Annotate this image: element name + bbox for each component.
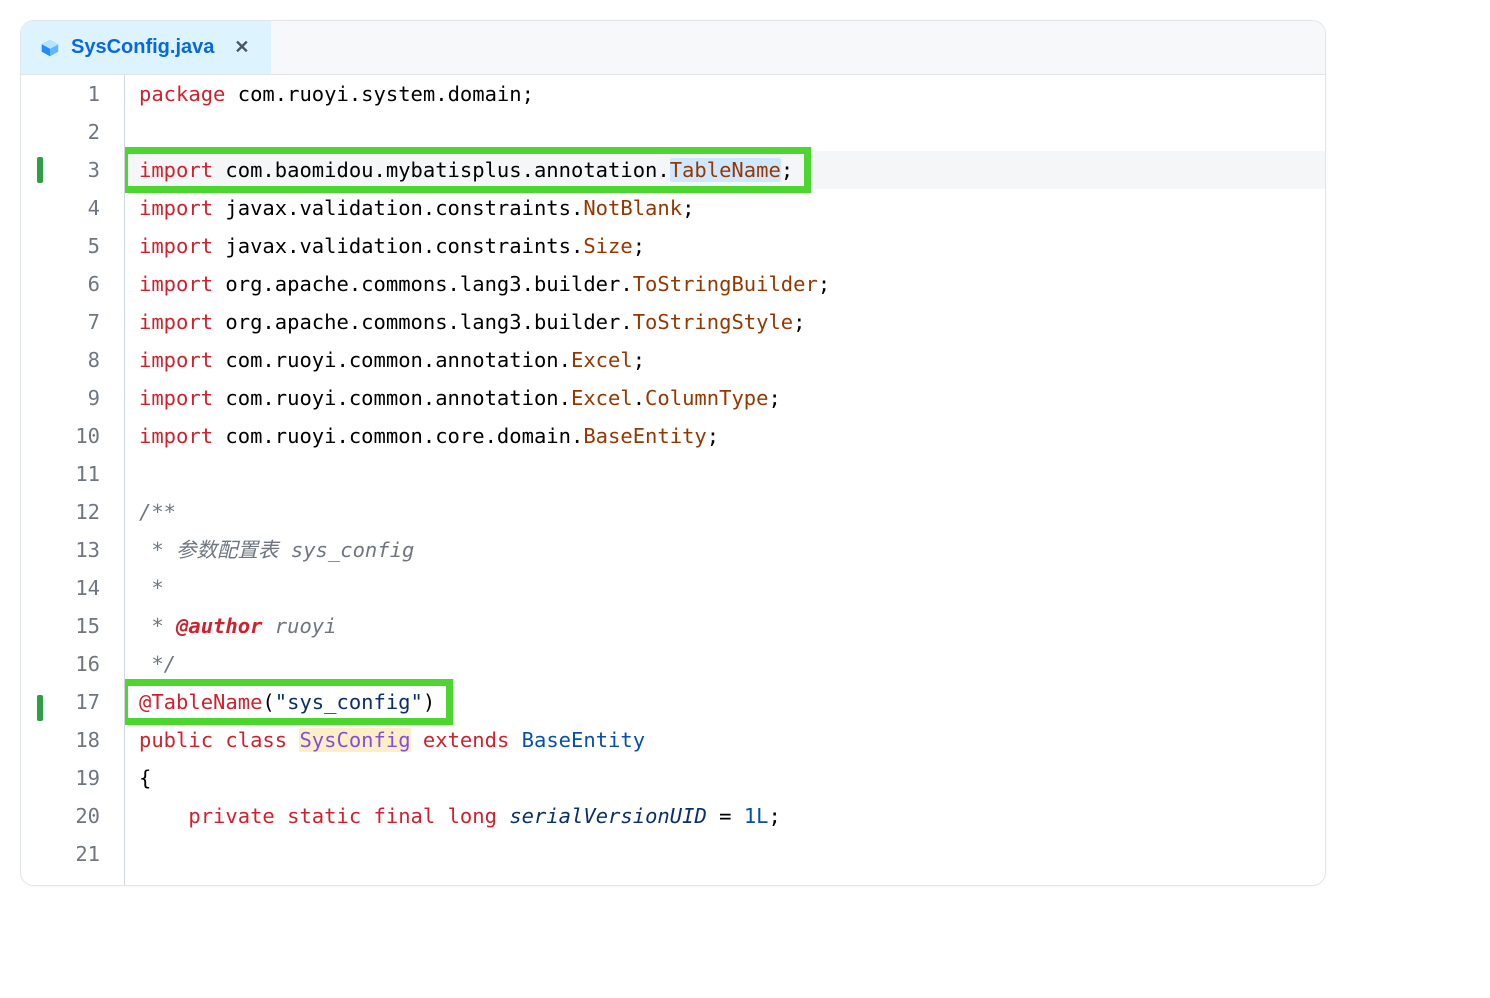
java-file-icon	[39, 37, 61, 59]
code-line[interactable]: {	[139, 759, 1325, 797]
line-number[interactable]: 1	[53, 75, 100, 113]
code-line[interactable]	[139, 113, 1325, 151]
line-number[interactable]: 12	[53, 493, 100, 531]
line-number[interactable]: 10	[53, 417, 100, 455]
line-number[interactable]: 2	[53, 113, 100, 151]
line-number[interactable]: 5	[53, 227, 100, 265]
change-marker	[21, 113, 53, 151]
change-marker	[21, 613, 53, 651]
change-marker	[21, 461, 53, 499]
line-number[interactable]: 17	[53, 683, 100, 721]
editor-card: SysConfig.java ✕ 12345678910111213141516…	[20, 20, 1326, 886]
code-line[interactable]: import com.ruoyi.common.annotation.Excel…	[139, 341, 1325, 379]
code-line[interactable]: * @author ruoyi	[139, 607, 1325, 645]
code-content[interactable]: package com.ruoyi.system.domain; import c…	[125, 75, 1325, 885]
change-marker	[21, 157, 53, 195]
line-number[interactable]: 16	[53, 645, 100, 683]
change-marker	[21, 695, 53, 733]
line-number[interactable]: 9	[53, 379, 100, 417]
line-number[interactable]: 8	[53, 341, 100, 379]
change-marker	[21, 309, 53, 347]
line-number[interactable]: 18	[53, 721, 100, 759]
code-line[interactable]: *	[139, 569, 1325, 607]
change-marker	[21, 347, 53, 385]
change-marker	[21, 575, 53, 613]
line-number[interactable]: 3	[53, 151, 100, 189]
change-marker	[21, 195, 53, 233]
code-line[interactable]: package com.ruoyi.system.domain;	[139, 75, 1325, 113]
close-icon[interactable]: ✕	[230, 35, 253, 60]
change-marker	[21, 75, 53, 113]
change-marker	[21, 771, 53, 809]
code-line[interactable]: import org.apache.commons.lang3.builder.…	[139, 265, 1325, 303]
code-area: 123456789101112131415161718192021 packag…	[21, 75, 1325, 885]
code-line[interactable]: import com.ruoyi.common.annotation.Excel…	[139, 379, 1325, 417]
change-marker	[21, 733, 53, 771]
tab-filename: SysConfig.java	[71, 36, 214, 59]
code-line[interactable]: private static final long serialVersionU…	[139, 797, 1325, 835]
change-marker	[21, 651, 53, 689]
code-line[interactable]: */	[139, 645, 1325, 683]
line-number[interactable]: 21	[53, 835, 100, 873]
line-number[interactable]: 20	[53, 797, 100, 835]
line-number[interactable]: 13	[53, 531, 100, 569]
change-marker	[21, 271, 53, 309]
line-number[interactable]: 19	[53, 759, 100, 797]
line-number[interactable]: 14	[53, 569, 100, 607]
line-number[interactable]: 15	[53, 607, 100, 645]
line-number[interactable]: 6	[53, 265, 100, 303]
change-marker-gutter	[21, 75, 53, 885]
change-marker	[21, 499, 53, 537]
change-marker	[21, 385, 53, 423]
code-line[interactable]: @TableName("sys_config")	[139, 683, 1325, 721]
change-marker	[21, 233, 53, 271]
line-number-gutter: 123456789101112131415161718192021	[53, 75, 125, 885]
code-line[interactable]: * 参数配置表 sys_config	[139, 531, 1325, 569]
code-line[interactable]: import javax.validation.constraints.NotB…	[139, 189, 1325, 227]
change-marker	[21, 423, 53, 461]
line-number[interactable]: 7	[53, 303, 100, 341]
change-marker	[21, 847, 53, 885]
code-line[interactable]: import org.apache.commons.lang3.builder.…	[139, 303, 1325, 341]
line-number[interactable]: 4	[53, 189, 100, 227]
change-marker	[21, 809, 53, 847]
code-line[interactable]: import javax.validation.constraints.Size…	[139, 227, 1325, 265]
code-line[interactable]: /**	[139, 493, 1325, 531]
code-line[interactable]	[139, 835, 1325, 873]
tab-bar: SysConfig.java ✕	[21, 21, 1325, 75]
change-marker	[21, 537, 53, 575]
code-line[interactable]: import com.baomidou.mybatisplus.annotati…	[125, 151, 1325, 189]
code-line[interactable]: public class SysConfig extends BaseEntit…	[139, 721, 1325, 759]
code-line[interactable]	[139, 455, 1325, 493]
code-line[interactable]: import com.ruoyi.common.core.domain.Base…	[139, 417, 1325, 455]
line-number[interactable]: 11	[53, 455, 100, 493]
file-tab[interactable]: SysConfig.java ✕	[21, 21, 271, 74]
